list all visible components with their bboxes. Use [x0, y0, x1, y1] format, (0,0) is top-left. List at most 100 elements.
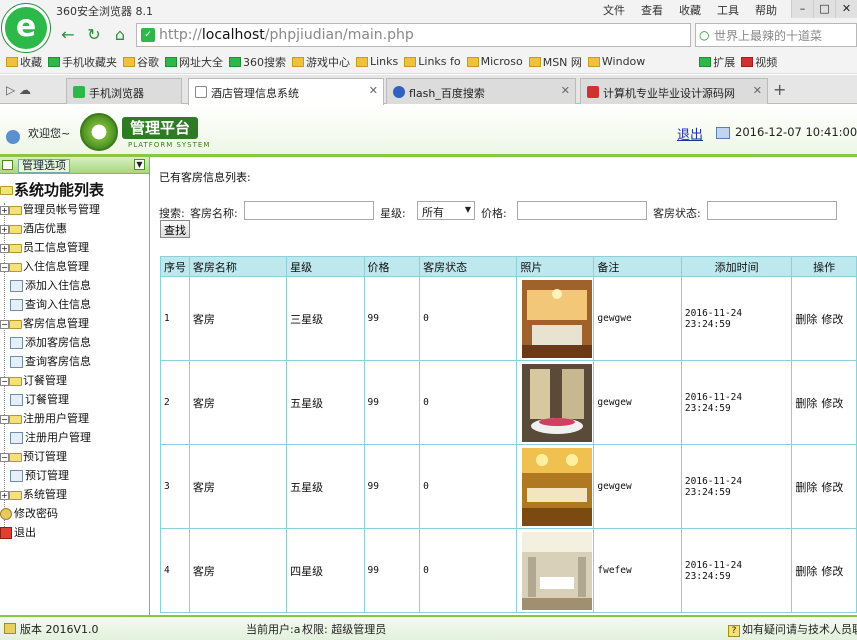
tab-mobile-browser[interactable]: 手机浏览器: [66, 78, 182, 104]
cell-star: 五星级: [286, 444, 365, 529]
bookmark-favorites[interactable]: 收藏: [6, 54, 42, 70]
close-icon[interactable]: ✕: [561, 84, 570, 97]
sidebar-item-add-room[interactable]: 添加客房信息: [10, 334, 91, 350]
edit-link[interactable]: 修改: [821, 397, 843, 410]
sidebar-item-query-room[interactable]: 查询客房信息: [10, 353, 91, 369]
refresh-icon[interactable]: ↻: [84, 25, 104, 45]
folder-open-icon: [9, 452, 22, 462]
room-status-input[interactable]: [707, 201, 837, 220]
sidebar-item-registered-users-manage[interactable]: 注册用户管理: [10, 429, 91, 445]
edit-link[interactable]: 修改: [821, 313, 843, 326]
extensions-button[interactable]: 扩展: [699, 54, 735, 70]
collapse-node-icon: −: [0, 262, 9, 272]
minimize-icon[interactable]: –: [791, 0, 813, 18]
collapse-icon[interactable]: ▼: [134, 159, 145, 170]
bookmark-links[interactable]: Links: [356, 55, 398, 68]
shield-icon: ✓: [141, 28, 155, 42]
cell-photo: [516, 276, 595, 361]
cell-status: 0: [419, 444, 518, 529]
sidebar-item-hotel-promotions[interactable]: + 酒店优惠: [0, 220, 67, 236]
browser-search-input[interactable]: ○ 世界上最辣的十道菜: [695, 23, 857, 47]
edit-icon: [10, 299, 23, 311]
price-input[interactable]: [517, 201, 647, 220]
search-icon: ○: [699, 28, 710, 42]
bookmark-windows[interactable]: Window: [587, 55, 645, 68]
tab-baidu-search[interactable]: flash_百度搜索 ✕: [386, 78, 576, 104]
sidebar-item-dining-manage[interactable]: 订餐管理: [10, 391, 69, 407]
sidebar-item-query-checkin[interactable]: 查询入住信息: [10, 296, 91, 312]
menu-view[interactable]: 查看: [641, 2, 663, 18]
sidebar-item-label: 员工信息管理: [23, 241, 89, 254]
bookmark-hao[interactable]: 网址大全: [165, 54, 223, 70]
sidebar-item-change-password[interactable]: 修改密码: [0, 505, 58, 521]
menu-favorites[interactable]: 收藏: [679, 2, 701, 18]
tab-hotel-system[interactable]: 酒店管理信息系统 ✕: [188, 78, 384, 105]
question-icon: ?: [728, 625, 740, 637]
close-icon[interactable]: ✕: [753, 84, 762, 97]
menu-file[interactable]: 文件: [603, 2, 625, 18]
back-icon[interactable]: ←: [58, 25, 78, 45]
col-status: 客房状态: [419, 256, 518, 277]
bookmark-360search[interactable]: 360搜索: [229, 54, 286, 70]
sidebar-item-dining[interactable]: − 订餐管理: [0, 372, 67, 388]
bookmark-microsoft[interactable]: Microso: [466, 55, 523, 68]
sidebar-item-staff[interactable]: + 员工信息管理: [0, 239, 89, 255]
cell-remark: gewgew: [593, 360, 682, 445]
sidebar-item-exit[interactable]: 退出: [0, 524, 36, 540]
sidebar-item-label: 查询入住信息: [25, 298, 91, 311]
version-icon: [4, 623, 16, 634]
browser-logo-icon[interactable]: e: [2, 4, 50, 52]
search-button[interactable]: 查找: [160, 220, 190, 238]
col-room-name: 客房名称: [188, 256, 288, 277]
sidebar-item-label: 注册用户管理: [25, 431, 91, 444]
sidebar-item-add-checkin[interactable]: 添加入住信息: [10, 277, 91, 293]
video-button[interactable]: 视频: [741, 54, 777, 70]
bookmark-games[interactable]: 游戏中心: [292, 54, 350, 70]
room-photo[interactable]: [521, 531, 592, 610]
app-header: 欢迎您~ 管理平台 PLATFORM SYSTEM 退出 2016-12-07 …: [0, 105, 857, 157]
room-photo[interactable]: [521, 447, 592, 526]
sidebar-item-booking-manage[interactable]: 预订管理: [10, 467, 69, 483]
home-icon[interactable]: ⌂: [110, 25, 130, 45]
bookmark-mobile[interactable]: 手机收藏夹: [48, 54, 117, 70]
edit-icon: [10, 470, 23, 482]
menu-help[interactable]: 帮助: [755, 2, 777, 18]
cell-status: 0: [419, 360, 518, 445]
menu-tools[interactable]: 工具: [717, 2, 739, 18]
sidebar-item-rooms[interactable]: − 客房信息管理: [0, 315, 89, 331]
sidebar-item-checkin[interactable]: − 入住信息管理: [0, 258, 89, 274]
tab-source-site[interactable]: 计算机专业毕业设计源码网 ✕: [580, 78, 768, 104]
circle-icon: [229, 56, 241, 67]
bookmark-label: Links: [370, 55, 399, 68]
delete-link[interactable]: 删除: [795, 565, 817, 578]
folder-open-icon: [9, 262, 22, 272]
room-photo[interactable]: [521, 279, 592, 358]
sidebar-item-booking[interactable]: − 预订管理: [0, 448, 67, 464]
bookmark-google[interactable]: 谷歌: [123, 54, 159, 70]
address-bar: ← ↻ ⌂ ✓ http://localhost/phpjiudian/main…: [0, 20, 857, 50]
room-name-input[interactable]: [244, 201, 374, 220]
logout-link[interactable]: 退出: [677, 124, 703, 143]
edit-link[interactable]: 修改: [821, 481, 843, 494]
edit-link[interactable]: 修改: [821, 565, 843, 578]
room-photo[interactable]: [521, 363, 592, 442]
close-icon[interactable]: ✕: [369, 84, 378, 97]
cell-room-name: 客房: [188, 528, 288, 613]
delete-link[interactable]: 删除: [795, 481, 817, 494]
url-input[interactable]: ✓ http://localhost/phpjiudian/main.php: [136, 23, 691, 47]
star-select[interactable]: 所有 ▼: [417, 201, 475, 220]
sidebar-item-admin-accounts[interactable]: + 管理员帐号管理: [0, 201, 100, 217]
folder-icon: [9, 205, 22, 215]
maximize-icon[interactable]: □: [813, 0, 835, 18]
delete-link[interactable]: 删除: [795, 397, 817, 410]
bookmark-msn[interactable]: MSN 网: [528, 54, 582, 70]
close-window-icon[interactable]: ✕: [835, 0, 857, 18]
bookmark-links-fo[interactable]: Links fo: [404, 55, 461, 68]
sidebar-item-registered-users[interactable]: − 注册用户管理: [0, 410, 89, 426]
tab-nav-icons[interactable]: ▷ ☁: [6, 83, 31, 97]
delete-link[interactable]: 删除: [795, 313, 817, 326]
folder-open-icon: [0, 186, 13, 195]
window-title: 360安全浏览器 8.1: [56, 5, 153, 18]
sidebar-item-system[interactable]: + 系统管理: [0, 486, 67, 502]
new-tab-icon[interactable]: +: [773, 80, 786, 99]
